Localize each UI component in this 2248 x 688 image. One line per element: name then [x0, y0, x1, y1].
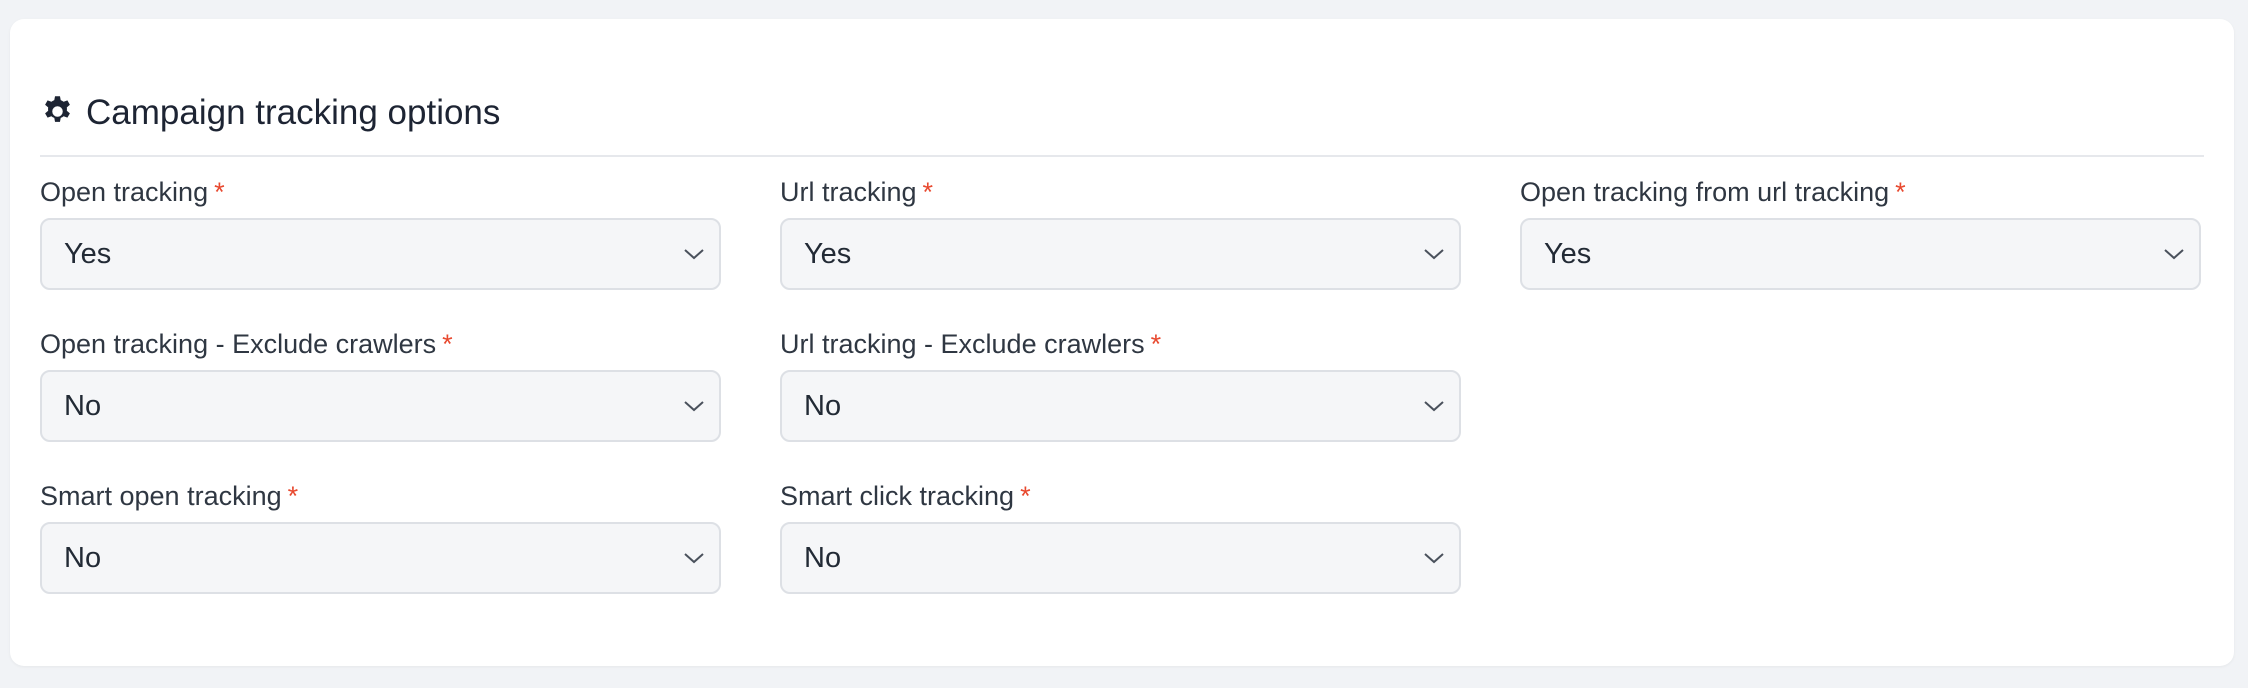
- field-smart-click-tracking: Smart click tracking * No: [780, 479, 1461, 594]
- chevron-down-icon: [1424, 553, 1444, 564]
- field-open-tracking: Open tracking * Yes: [40, 175, 721, 290]
- url-tracking-value: Yes: [804, 238, 852, 270]
- field-url-tracking: Url tracking * Yes: [780, 175, 1461, 290]
- tracking-options-card: Campaign tracking options Open tracking *…: [10, 19, 2234, 666]
- chevron-down-icon: [1424, 401, 1444, 412]
- required-marker: *: [922, 177, 934, 207]
- required-marker: *: [1020, 481, 1031, 511]
- smart-open-tracking-value: No: [64, 542, 102, 574]
- required-marker: *: [1150, 329, 1162, 359]
- field-open-tracking-from-url: Open tracking from url tracking * Yes: [1520, 175, 2201, 290]
- url-tracking-exclude-crawlers-select[interactable]: No: [780, 370, 1461, 442]
- smart-click-tracking-value: No: [804, 542, 842, 574]
- field-url-tracking-exclude-crawlers: Url tracking - Exclude crawlers * No: [780, 327, 1461, 442]
- chevron-down-icon: [684, 249, 704, 260]
- chevron-down-icon: [2164, 249, 2184, 260]
- required-marker: *: [287, 481, 299, 511]
- open-tracking-select[interactable]: Yes: [40, 218, 721, 290]
- url-tracking-label: Url tracking *: [780, 177, 934, 207]
- field-smart-open-tracking: Smart open tracking * No: [40, 479, 721, 594]
- chevron-down-icon: [1424, 249, 1444, 260]
- gear-icon: [45, 96, 70, 122]
- field-open-tracking-exclude-crawlers: Open tracking - Exclude crawlers * No: [40, 327, 721, 442]
- open-tracking-label: Open tracking *: [40, 177, 225, 207]
- chevron-down-icon: [684, 553, 704, 564]
- required-marker: *: [1895, 177, 1906, 207]
- open-tracking-from-url-select[interactable]: Yes: [1520, 218, 2201, 290]
- smart-click-tracking-select[interactable]: No: [780, 522, 1461, 594]
- smart-open-tracking-label: Smart open tracking *: [40, 481, 299, 511]
- open-tracking-from-url-label: Open tracking from url tracking *: [1520, 177, 1906, 207]
- url-tracking-exclude-crawlers-label: Url tracking - Exclude crawlers *: [780, 329, 1162, 359]
- open-tracking-exclude-crawlers-label: Open tracking - Exclude crawlers *: [40, 329, 453, 359]
- smart-open-tracking-select[interactable]: No: [40, 522, 721, 594]
- open-tracking-from-url-value: Yes: [1544, 238, 1592, 270]
- panel-header: Campaign tracking options: [40, 69, 2204, 157]
- required-marker: *: [442, 329, 453, 359]
- panel-title: Campaign tracking options: [86, 93, 501, 132]
- url-tracking-select[interactable]: Yes: [780, 218, 1461, 290]
- chevron-down-icon: [684, 401, 704, 412]
- open-tracking-exclude-crawlers-select[interactable]: No: [40, 370, 721, 442]
- required-marker: *: [214, 177, 225, 207]
- url-tracking-exclude-crawlers-value: No: [804, 390, 842, 422]
- open-tracking-exclude-crawlers-value: No: [64, 390, 102, 422]
- smart-click-tracking-label: Smart click tracking *: [780, 481, 1031, 511]
- open-tracking-value: Yes: [64, 238, 112, 270]
